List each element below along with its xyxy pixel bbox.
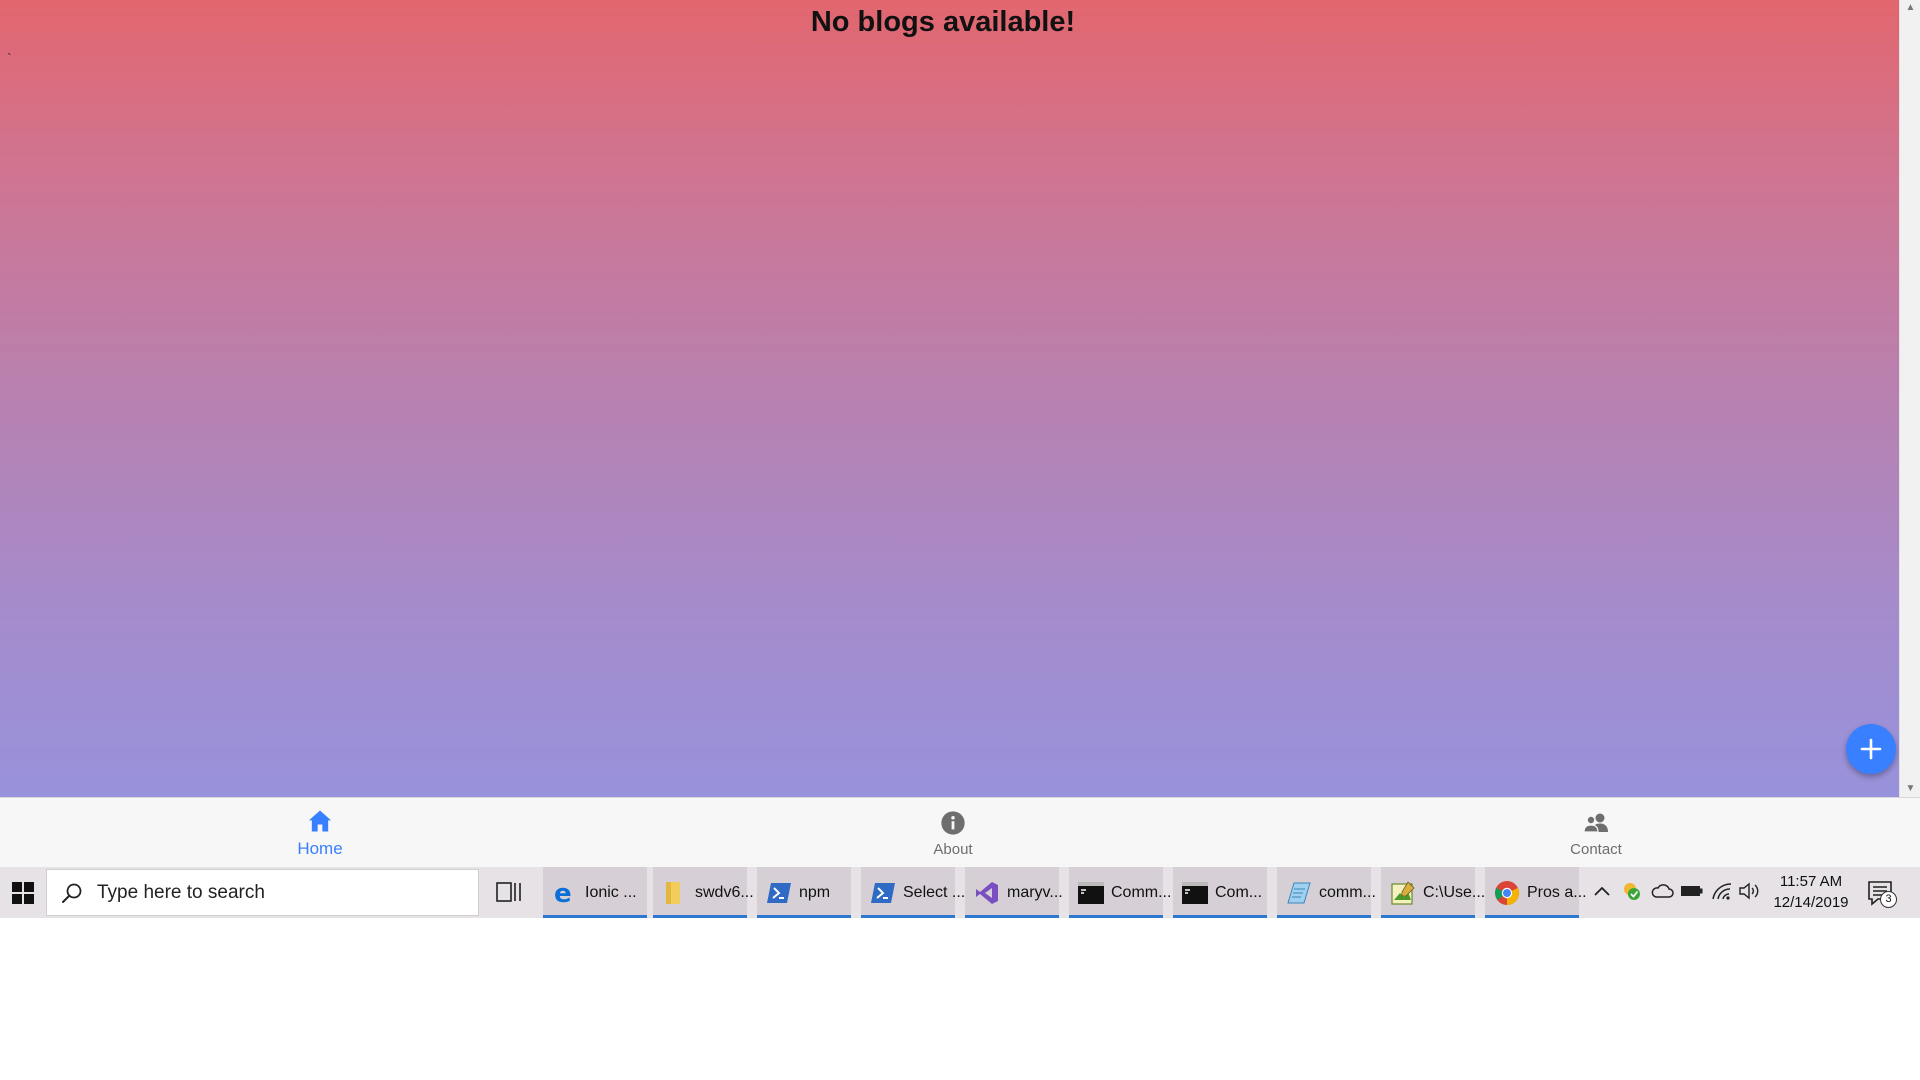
tab-about-label: About <box>933 840 973 858</box>
folder-icon <box>662 880 688 906</box>
notification-count-badge: 3 <box>1880 891 1897 908</box>
vertical-scrollbar[interactable]: ▲ ▼ <box>1899 0 1920 797</box>
notepad-icon <box>1286 880 1312 906</box>
system-clock[interactable]: 11:57 AM 12/14/2019 <box>1768 871 1854 913</box>
scroll-up-icon[interactable]: ▲ <box>1900 0 1920 16</box>
taskbar-app-chrome[interactable]: Pros a... <box>1485 867 1587 918</box>
taskbar-app-notepad[interactable]: comm... <box>1277 867 1376 918</box>
taskbar-app-image-editor[interactable]: C:\Use... <box>1381 867 1485 918</box>
tab-bar: Home About Contact <box>0 797 1920 867</box>
edge-icon: e <box>552 880 578 906</box>
taskbar-app-label: Comm... <box>1111 883 1172 901</box>
stray-mark: ` <box>7 50 12 66</box>
people-icon <box>1583 813 1608 833</box>
powershell-icon <box>766 880 792 906</box>
volume-icon[interactable] <box>1738 879 1762 903</box>
taskbar-app-edge[interactable]: e Ionic ... <box>543 867 647 918</box>
add-blog-button[interactable] <box>1846 724 1896 774</box>
clock-time: 11:57 AM <box>1779 873 1843 890</box>
taskbar-app-cmd-1[interactable]: Comm... <box>1069 867 1171 918</box>
tab-about[interactable]: About <box>633 798 1273 868</box>
empty-state-title: No blogs available! <box>810 6 1076 38</box>
search-icon <box>62 883 82 903</box>
taskbar-app-label: Select ... <box>903 883 966 901</box>
tab-home[interactable]: Home <box>0 798 640 868</box>
tab-contact[interactable]: Contact <box>1276 798 1916 868</box>
taskbar-app-label: npm <box>799 883 831 901</box>
powershell-icon <box>870 880 896 906</box>
taskbar-app-label: maryv... <box>1007 883 1063 901</box>
taskbar-app-powershell-npm[interactable]: npm <box>757 867 851 918</box>
task-view-icon[interactable] <box>494 877 524 907</box>
taskbar-app-label: swdv6... <box>695 883 754 901</box>
clock-date: 12/14/2019 <box>1773 894 1849 911</box>
scroll-down-icon[interactable]: ▼ <box>1900 781 1920 797</box>
command-prompt-icon <box>1078 880 1104 906</box>
taskbar-app-label: C:\Use... <box>1423 883 1486 901</box>
wifi-icon[interactable] <box>1710 879 1734 903</box>
taskbar-app-label: Com... <box>1215 883 1263 901</box>
blog-list-content: No blogs available! ` <box>0 0 1899 797</box>
command-prompt-icon <box>1182 880 1208 906</box>
windows-logo-icon <box>12 881 34 904</box>
taskbar-app-label: comm... <box>1319 883 1376 901</box>
add-icon <box>1860 738 1882 760</box>
home-icon <box>308 810 332 832</box>
image-editor-icon <box>1390 880 1416 906</box>
info-icon <box>941 810 965 835</box>
onedrive-cloud-icon[interactable] <box>1650 879 1674 903</box>
tab-contact-label: Contact <box>1570 840 1622 858</box>
taskbar-app-visual-studio[interactable]: maryv... <box>965 867 1063 918</box>
battery-icon[interactable] <box>1680 879 1704 903</box>
taskbar-app-explorer[interactable]: swdv6... <box>653 867 754 918</box>
svg-text:e: e <box>554 880 572 906</box>
windows-taskbar: e Ionic ... swdv6... npm Select ... <box>0 867 1920 918</box>
taskbar-app-cmd-2[interactable]: Com... <box>1173 867 1267 918</box>
taskbar-app-powershell-select[interactable]: Select ... <box>861 867 965 918</box>
start-button[interactable] <box>0 867 46 918</box>
show-hidden-icons-chevron-up-icon[interactable] <box>1590 879 1614 903</box>
taskbar-search[interactable] <box>46 869 479 916</box>
chrome-icon <box>1494 880 1520 906</box>
tab-home-label: Home <box>297 839 343 858</box>
search-input[interactable] <box>97 881 457 904</box>
security-check-icon[interactable] <box>1620 879 1644 903</box>
screen: No blogs available! ` ▲ ▼ Home About Con… <box>0 0 1920 1080</box>
visual-studio-icon <box>974 880 1000 906</box>
taskbar-app-label: Ionic ... <box>585 883 637 901</box>
taskbar-app-label: Pros a... <box>1527 883 1587 901</box>
